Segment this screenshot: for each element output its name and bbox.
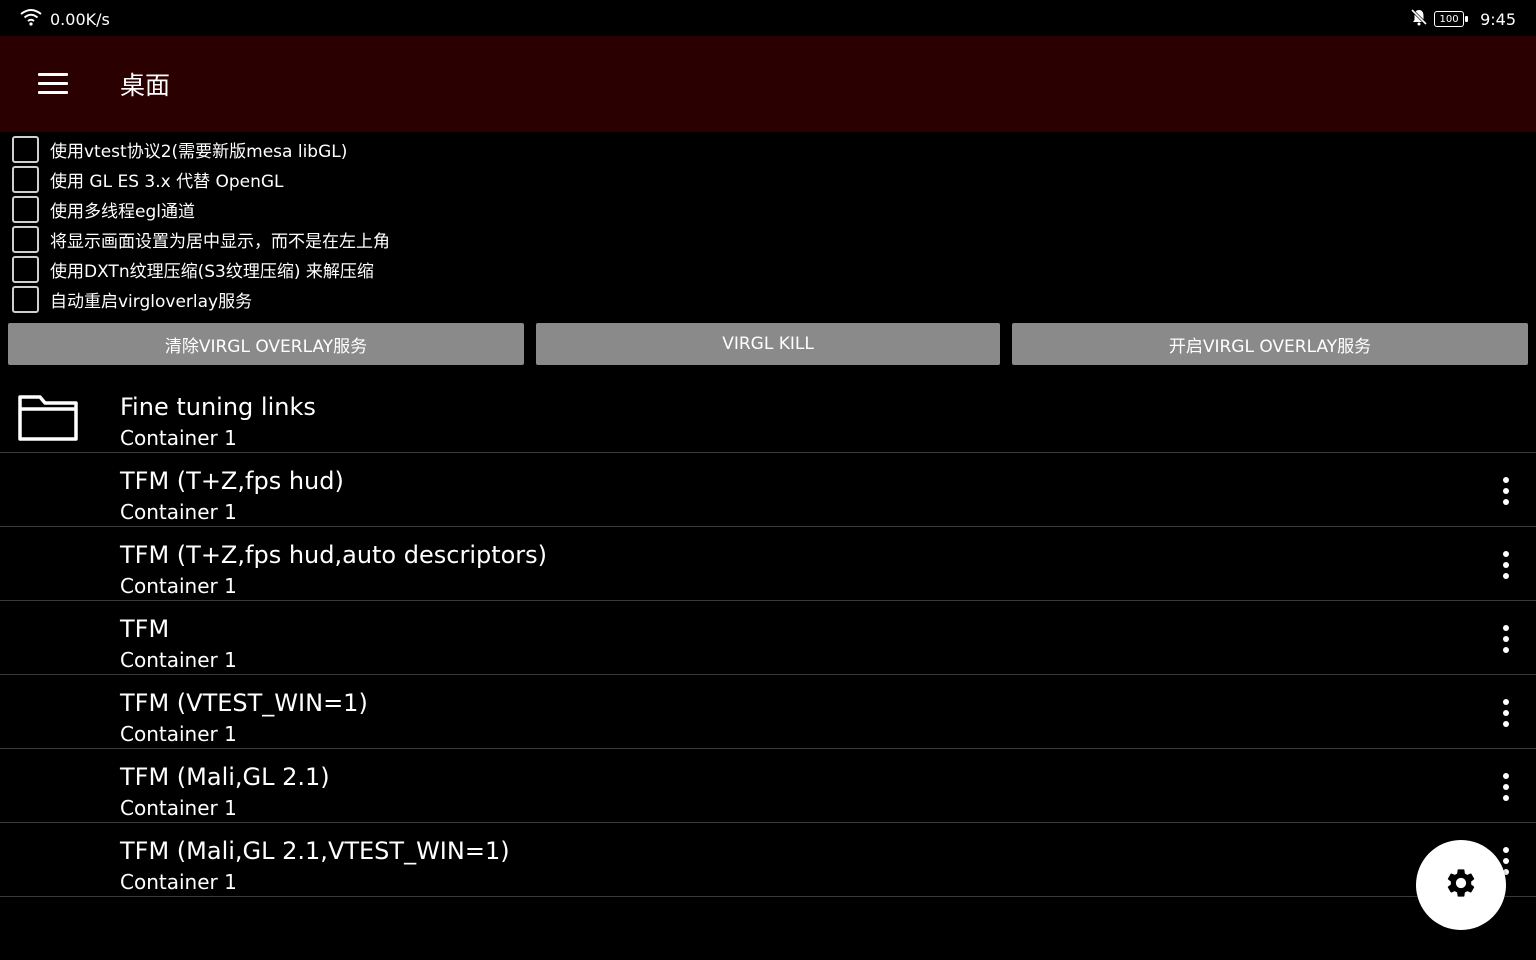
option-label: 使用DXTn纹理压缩(S3纹理压缩) 来解压缩 <box>50 261 374 282</box>
app-bar: 桌面 <box>0 36 1536 132</box>
option-center-display[interactable]: 将显示画面设置为居中显示，而不是在左上角 <box>0 224 1536 254</box>
list-item[interactable]: TFM (Mali,GL 2.1) Container 1 <box>0 749 1536 823</box>
gear-icon <box>1444 866 1478 904</box>
more-vert-icon[interactable] <box>1498 477 1514 505</box>
item-title: TFM (Mali,GL 2.1,VTEST_WIN=1) <box>120 837 510 865</box>
item-title: TFM (VTEST_WIN=1) <box>120 689 368 717</box>
option-label: 将显示画面设置为居中显示，而不是在左上角 <box>50 231 390 252</box>
action-buttons: 清除VIRGL OVERLAY服务 VIRGL KILL 开启VIRGL OVE… <box>8 323 1528 365</box>
item-title: Fine tuning links <box>120 393 316 421</box>
checkbox[interactable] <box>12 165 39 193</box>
option-vtest-protocol2[interactable]: 使用vtest协议2(需要新版mesa libGL) <box>0 134 1536 164</box>
folder-icon <box>18 393 78 441</box>
checkbox[interactable] <box>12 225 39 253</box>
page-title: 桌面 <box>120 71 171 100</box>
list-item[interactable]: TFM (VTEST_WIN=1) Container 1 <box>0 675 1536 749</box>
item-title: TFM (T+Z,fps hud,auto descriptors) <box>120 541 548 569</box>
option-dxtn-compression[interactable]: 使用DXTn纹理压缩(S3纹理压缩) 来解压缩 <box>0 254 1536 284</box>
shortcut-list: Fine tuning links Container 1 TFM (T+Z,f… <box>0 379 1536 897</box>
option-label: 使用 GL ES 3.x 代替 OpenGL <box>50 171 284 192</box>
item-title: TFM <box>120 615 170 643</box>
checkbox[interactable] <box>12 195 39 223</box>
option-gles3[interactable]: 使用 GL ES 3.x 代替 OpenGL <box>0 164 1536 194</box>
item-subtitle: Container 1 <box>120 796 237 820</box>
net-speed: 0.00K/s <box>50 9 110 29</box>
option-label: 使用vtest协议2(需要新版mesa libGL) <box>50 141 348 162</box>
more-vert-icon[interactable] <box>1498 551 1514 579</box>
list-item[interactable]: TFM (T+Z,fps hud,auto descriptors) Conta… <box>0 527 1536 601</box>
battery-icon: 100 <box>1434 11 1469 27</box>
list-item[interactable]: TFM (T+Z,fps hud) Container 1 <box>0 453 1536 527</box>
hamburger-menu-icon[interactable] <box>38 73 68 95</box>
mute-bell-icon <box>1410 8 1428 30</box>
settings-fab-button[interactable] <box>1416 840 1506 930</box>
status-bar: 0.00K/s 100 9:45 <box>0 0 1536 36</box>
item-subtitle: Container 1 <box>120 500 237 524</box>
item-title: TFM (Mali,GL 2.1) <box>120 763 330 791</box>
checkbox[interactable] <box>12 255 39 283</box>
item-subtitle: Container 1 <box>120 426 237 450</box>
more-vert-icon[interactable] <box>1498 699 1514 727</box>
option-label: 自动重启virgloverlay服务 <box>50 291 253 312</box>
item-subtitle: Container 1 <box>120 722 237 746</box>
virgl-kill-button[interactable]: VIRGL KILL <box>536 323 1000 365</box>
option-label: 使用多线程egl通道 <box>50 201 195 222</box>
item-subtitle: Container 1 <box>120 870 237 894</box>
option-auto-restart[interactable]: 自动重启virgloverlay服务 <box>0 284 1536 314</box>
wifi-icon <box>20 8 42 30</box>
item-title: TFM (T+Z,fps hud) <box>120 467 344 495</box>
clear-virgl-overlay-button[interactable]: 清除VIRGL OVERLAY服务 <box>8 323 524 365</box>
list-item[interactable]: TFM Container 1 <box>0 601 1536 675</box>
battery-level: 100 <box>1439 13 1459 25</box>
list-item[interactable]: TFM (Mali,GL 2.1,VTEST_WIN=1) Container … <box>0 823 1536 897</box>
status-left: 0.00K/s <box>20 8 110 30</box>
item-subtitle: Container 1 <box>120 574 237 598</box>
clock: 9:45 <box>1480 9 1516 29</box>
status-right: 100 9:45 <box>1410 8 1516 30</box>
start-virgl-overlay-button[interactable]: 开启VIRGL OVERLAY服务 <box>1012 323 1528 365</box>
more-vert-icon[interactable] <box>1498 625 1514 653</box>
list-item-folder[interactable]: Fine tuning links Container 1 <box>0 379 1536 453</box>
more-vert-icon[interactable] <box>1498 773 1514 801</box>
checkbox[interactable] <box>12 135 39 163</box>
option-multithread-egl[interactable]: 使用多线程egl通道 <box>0 194 1536 224</box>
item-subtitle: Container 1 <box>120 648 237 672</box>
checkbox[interactable] <box>12 285 39 313</box>
options-list: 使用vtest协议2(需要新版mesa libGL) 使用 GL ES 3.x … <box>0 134 1536 314</box>
